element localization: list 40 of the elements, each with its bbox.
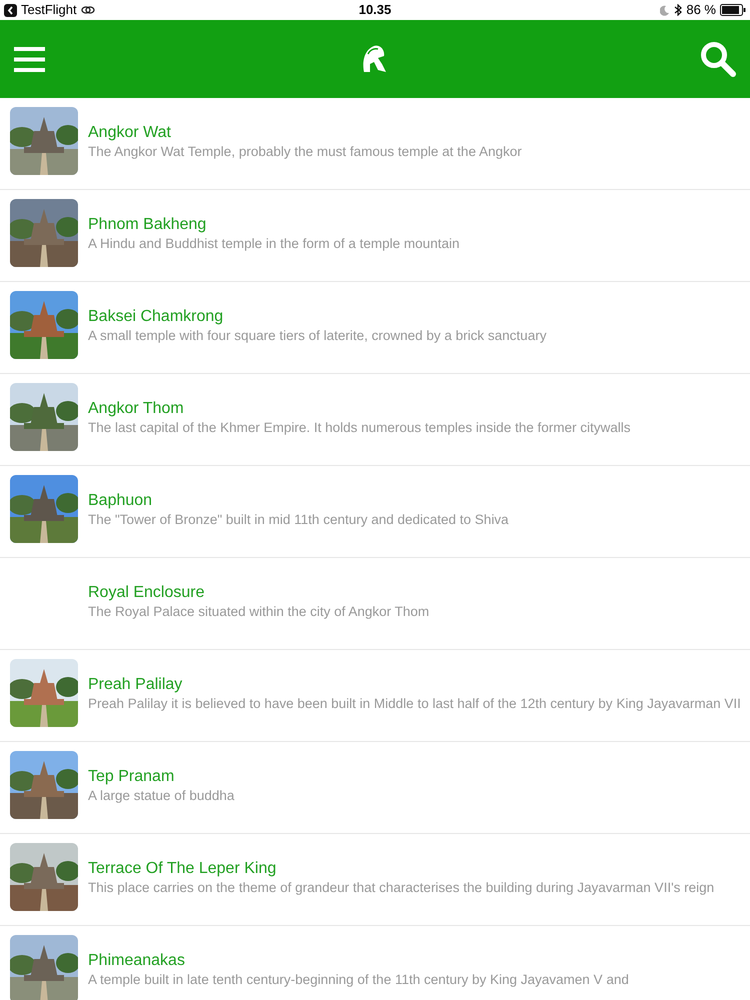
place-title: Tep Pranam — [88, 767, 176, 787]
clock-time: 10.35 — [358, 1, 392, 20]
place-description: This place carries on the theme of grandeur that characterises the building during Jayavarman VII's reign — [88, 879, 714, 897]
place-title: Phnom Bakheng — [88, 215, 208, 235]
place-title: Preah Palilay — [88, 675, 184, 695]
link-icon — [80, 5, 95, 15]
place-description: Preah Palilay it is believed to have been built in Middle to last half of the 12th century by King Jayavarman VII — [88, 695, 741, 713]
place-title: Royal Enclosure — [88, 583, 206, 603]
bluetooth-icon — [674, 4, 682, 16]
place-list-item[interactable]: Phimeanakas A temple built in late tenth century-beginning of the 11th century by King Jayavamen V and — [0, 926, 750, 1000]
menu-icon[interactable] — [14, 46, 45, 72]
place-list-item[interactable]: Angkor Thom The last capital of the Khmer Empire. It holds numerous temples inside the former citywalls — [0, 374, 750, 466]
place-title: Baksei Chamkrong — [88, 307, 224, 327]
place-list-item[interactable]: Tep Pranam A large statue of buddha — [0, 742, 750, 834]
place-description: A small temple with four square tiers of laterite, crowned by a brick sanctuary — [88, 327, 546, 345]
search-icon[interactable] — [700, 41, 736, 77]
place-title: Angkor Wat — [88, 123, 172, 143]
place-list-item[interactable]: Angkor Wat The Angkor Wat Temple, probably the must famous temple at the Angkor — [0, 98, 750, 190]
place-list-item[interactable]: Preah Palilay Preah Palilay it is believed to have been built in Middle to last half of the 12th century by King Jayavarman VII — [0, 650, 750, 742]
place-description: The Royal Palace situated within the city of Angkor Thom — [88, 603, 430, 621]
battery-icon — [720, 4, 746, 16]
place-title: Terrace Of The Leper King — [88, 859, 278, 879]
place-list-item[interactable]: Terrace Of The Leper King This place carries on the theme of grandeur that characterises the building during Jayavarman VII's reign — [0, 834, 750, 926]
place-description: A Hindu and Buddhist temple in the form of a temple mountain — [88, 235, 460, 253]
place-list-item[interactable]: Baphuon The "Tower of Bronze" built in mid 11th century and dedicated to Shiva — [0, 466, 750, 558]
place-description: A temple built in late tenth century-beginning of the 11th century by King Jayavamen V and — [88, 971, 629, 989]
place-description: The "Tower of Bronze" built in mid 11th century and dedicated to Shiva — [88, 511, 509, 529]
place-title: Phimeanakas — [88, 951, 186, 971]
back-icon[interactable] — [4, 4, 17, 16]
back-app-label[interactable]: TestFlight — [21, 0, 77, 20]
battery-percent: 86 % — [686, 1, 716, 20]
place-title: Angkor Thom — [88, 399, 185, 419]
place-title: Baphuon — [88, 491, 154, 511]
place-description: The last capital of the Khmer Empire. It holds numerous temples inside the former citywalls — [88, 419, 630, 437]
moon-icon — [660, 4, 670, 16]
place-description: The Angkor Wat Temple, probably the must famous temple at the Angkor — [88, 143, 522, 161]
place-description: A large statue of buddha — [88, 787, 234, 805]
place-list-item[interactable]: Baksei Chamkrong A small temple with four square tiers of laterite, crowned by a brick sanctuary — [0, 282, 750, 374]
place-list-item[interactable]: Phnom Bakheng A Hindu and Buddhist temple in the form of a temple mountain — [0, 190, 750, 282]
place-list-item[interactable]: Royal Enclosure The Royal Palace situated within the city of Angkor Thom — [0, 558, 750, 650]
